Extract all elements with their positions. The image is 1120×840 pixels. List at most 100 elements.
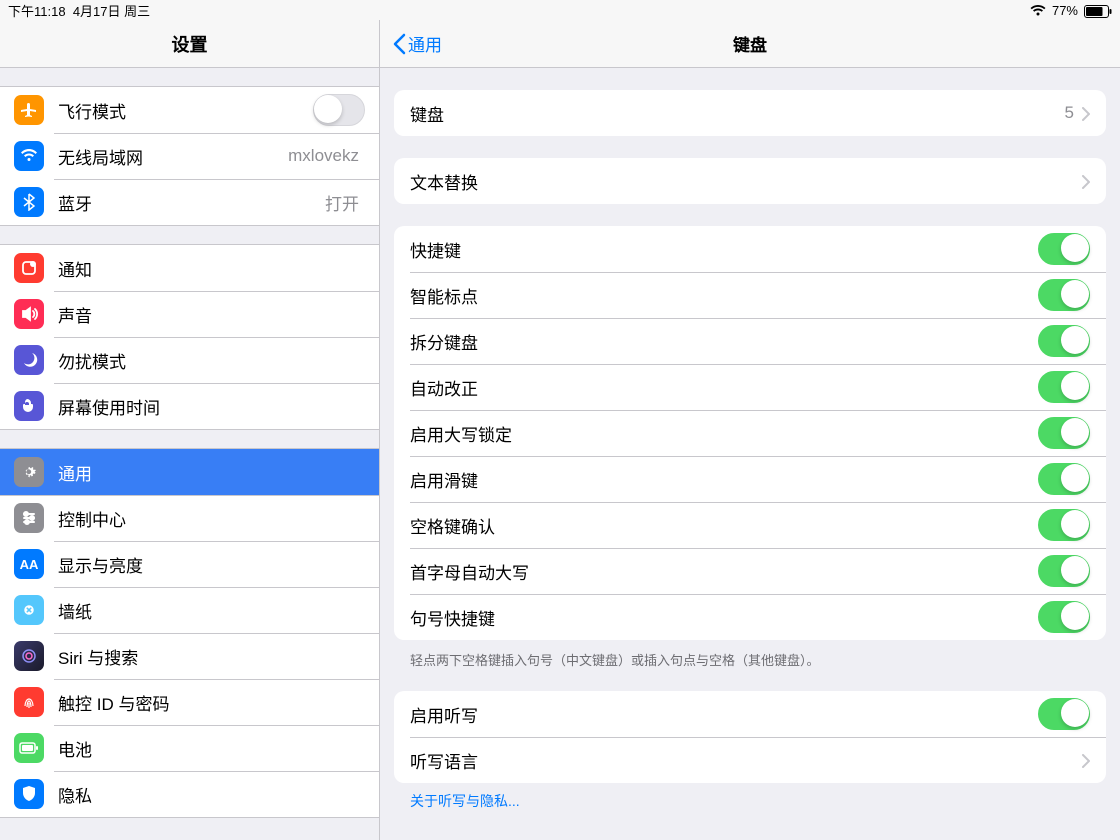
general-icon <box>14 457 44 487</box>
toggle[interactable] <box>1038 463 1090 495</box>
sidebar-item-label: 显示与亮度 <box>58 552 365 577</box>
sidebar-item-detail: 打开 <box>325 190 359 215</box>
sidebar-item-label: 触控 ID 与密码 <box>58 690 365 715</box>
sidebar-item-controlcenter[interactable]: 控制中心 <box>0 495 379 541</box>
section-keyboards: 键盘 5 <box>394 90 1106 136</box>
sidebar-group-3: 通用 控制中心 AA 显示与亮度 墙纸 Siri 与搜索 触控 ID 与密码 <box>0 448 379 818</box>
sidebar-item-sounds[interactable]: 声音 <box>0 291 379 337</box>
section-text-replace: 文本替换 <box>394 158 1106 204</box>
battery-pct-text: 77% <box>1052 3 1078 18</box>
toggle[interactable] <box>1038 233 1090 265</box>
row-toggle[interactable]: 自动改正 <box>394 364 1106 410</box>
row-label: 启用大写锁定 <box>410 421 1038 446</box>
toggle[interactable] <box>1038 555 1090 587</box>
chevron-right-icon <box>1082 106 1090 120</box>
sidebar-item-battery[interactable]: 电池 <box>0 725 379 771</box>
dictation-toggle[interactable] <box>1038 698 1090 730</box>
main-panel: 通用 键盘 键盘 5 文本替换 快捷键智能标点拆分键盘自动改正启用大写锁定启用滑… <box>380 20 1120 840</box>
sidebar-item-screentime[interactable]: 屏幕使用时间 <box>0 383 379 429</box>
row-dictation[interactable]: 启用听写 <box>394 691 1106 737</box>
wallpaper-icon <box>14 595 44 625</box>
sidebar-item-label: 无线局域网 <box>58 144 288 169</box>
privacy-icon <box>14 779 44 809</box>
status-bar: 下午11:18 4月17日 周三 77% <box>0 0 1120 20</box>
sidebar-item-touchid[interactable]: 触控 ID 与密码 <box>0 679 379 725</box>
row-toggle[interactable]: 启用滑键 <box>394 456 1106 502</box>
row-toggle[interactable]: 句号快捷键 <box>394 594 1106 640</box>
row-label: 拆分键盘 <box>410 329 1038 354</box>
sidebar-item-wifi[interactable]: 无线局域网 mxlovekz <box>0 133 379 179</box>
chevron-right-icon <box>1082 174 1090 188</box>
sidebar-title: 设置 <box>0 20 379 68</box>
row-label: 自动改正 <box>410 375 1038 400</box>
sidebar-item-label: 勿扰模式 <box>58 348 365 373</box>
section-toggles: 快捷键智能标点拆分键盘自动改正启用大写锁定启用滑键空格键确认首字母自动大写句号快… <box>394 226 1106 640</box>
date-text: 4月17日 周三 <box>73 4 150 19</box>
row-label: 智能标点 <box>410 283 1038 308</box>
section-dictation: 启用听写 听写语言 <box>394 691 1106 783</box>
row-toggle[interactable]: 启用大写锁定 <box>394 410 1106 456</box>
battery-settings-icon <box>14 733 44 763</box>
row-label: 启用听写 <box>410 702 1038 727</box>
siri-icon <box>14 641 44 671</box>
row-label: 启用滑键 <box>410 467 1038 492</box>
toggle[interactable] <box>1038 279 1090 311</box>
row-toggle[interactable]: 拆分键盘 <box>394 318 1106 364</box>
display-icon: AA <box>14 549 44 579</box>
sidebar-item-label: 通用 <box>58 460 365 485</box>
row-text-replace[interactable]: 文本替换 <box>394 158 1106 204</box>
section-toggles-footer: 轻点两下空格键插入句号（中文键盘）或插入句点与空格（其他键盘）。 <box>410 650 1090 669</box>
sidebar: 设置 飞行模式 无线局域网 mxlovekz 蓝牙 打开 通知 <box>0 20 380 840</box>
airplane-toggle[interactable] <box>313 94 365 126</box>
sidebar-item-label: 控制中心 <box>58 506 365 531</box>
sidebar-item-display[interactable]: AA 显示与亮度 <box>0 541 379 587</box>
sidebar-item-airplane[interactable]: 飞行模式 <box>0 87 379 133</box>
row-detail: 5 <box>1065 103 1074 123</box>
row-toggle[interactable]: 首字母自动大写 <box>394 548 1106 594</box>
sidebar-item-label: 飞行模式 <box>58 98 313 123</box>
sidebar-item-general[interactable]: 通用 <box>0 449 379 495</box>
main-header: 通用 键盘 <box>380 20 1120 68</box>
row-toggle[interactable]: 智能标点 <box>394 272 1106 318</box>
sidebar-item-bluetooth[interactable]: 蓝牙 打开 <box>0 179 379 225</box>
row-toggle[interactable]: 空格键确认 <box>394 502 1106 548</box>
sidebar-item-label: 墙纸 <box>58 598 365 623</box>
sidebar-item-label: 电池 <box>58 736 365 761</box>
row-dictation-lang[interactable]: 听写语言 <box>394 737 1106 783</box>
toggle[interactable] <box>1038 601 1090 633</box>
chevron-left-icon <box>392 33 406 55</box>
row-label: 句号快捷键 <box>410 605 1038 630</box>
row-label: 快捷键 <box>410 237 1038 262</box>
notifications-icon <box>14 253 44 283</box>
dictation-privacy-link[interactable]: 关于听写与隐私... <box>410 791 1090 811</box>
toggle[interactable] <box>1038 509 1090 541</box>
row-label: 键盘 <box>410 101 1065 126</box>
sidebar-group-1: 飞行模式 无线局域网 mxlovekz 蓝牙 打开 <box>0 86 379 226</box>
toggle[interactable] <box>1038 371 1090 403</box>
touchid-icon <box>14 687 44 717</box>
sidebar-item-detail: mxlovekz <box>288 146 359 166</box>
time-text: 下午11:18 <box>8 4 66 19</box>
sidebar-item-dnd[interactable]: 勿扰模式 <box>0 337 379 383</box>
airplane-icon <box>14 95 44 125</box>
wifi-icon <box>14 141 44 171</box>
sidebar-item-label: 蓝牙 <box>58 190 325 215</box>
page-title: 键盘 <box>380 31 1120 56</box>
sounds-icon <box>14 299 44 329</box>
row-toggle[interactable]: 快捷键 <box>394 226 1106 272</box>
sidebar-item-label: 隐私 <box>58 782 365 807</box>
sidebar-group-2: 通知 声音 勿扰模式 屏幕使用时间 <box>0 244 379 430</box>
sidebar-item-label: 屏幕使用时间 <box>58 394 365 419</box>
chevron-right-icon <box>1082 753 1090 767</box>
toggle[interactable] <box>1038 325 1090 357</box>
row-keyboards[interactable]: 键盘 5 <box>394 90 1106 136</box>
toggle[interactable] <box>1038 417 1090 449</box>
bluetooth-icon <box>14 187 44 217</box>
row-label: 听写语言 <box>410 748 1082 773</box>
back-button[interactable]: 通用 <box>392 31 442 56</box>
sidebar-item-wallpaper[interactable]: 墙纸 <box>0 587 379 633</box>
sidebar-item-privacy[interactable]: 隐私 <box>0 771 379 817</box>
row-label: 空格键确认 <box>410 513 1038 538</box>
sidebar-item-notifications[interactable]: 通知 <box>0 245 379 291</box>
sidebar-item-siri[interactable]: Siri 与搜索 <box>0 633 379 679</box>
